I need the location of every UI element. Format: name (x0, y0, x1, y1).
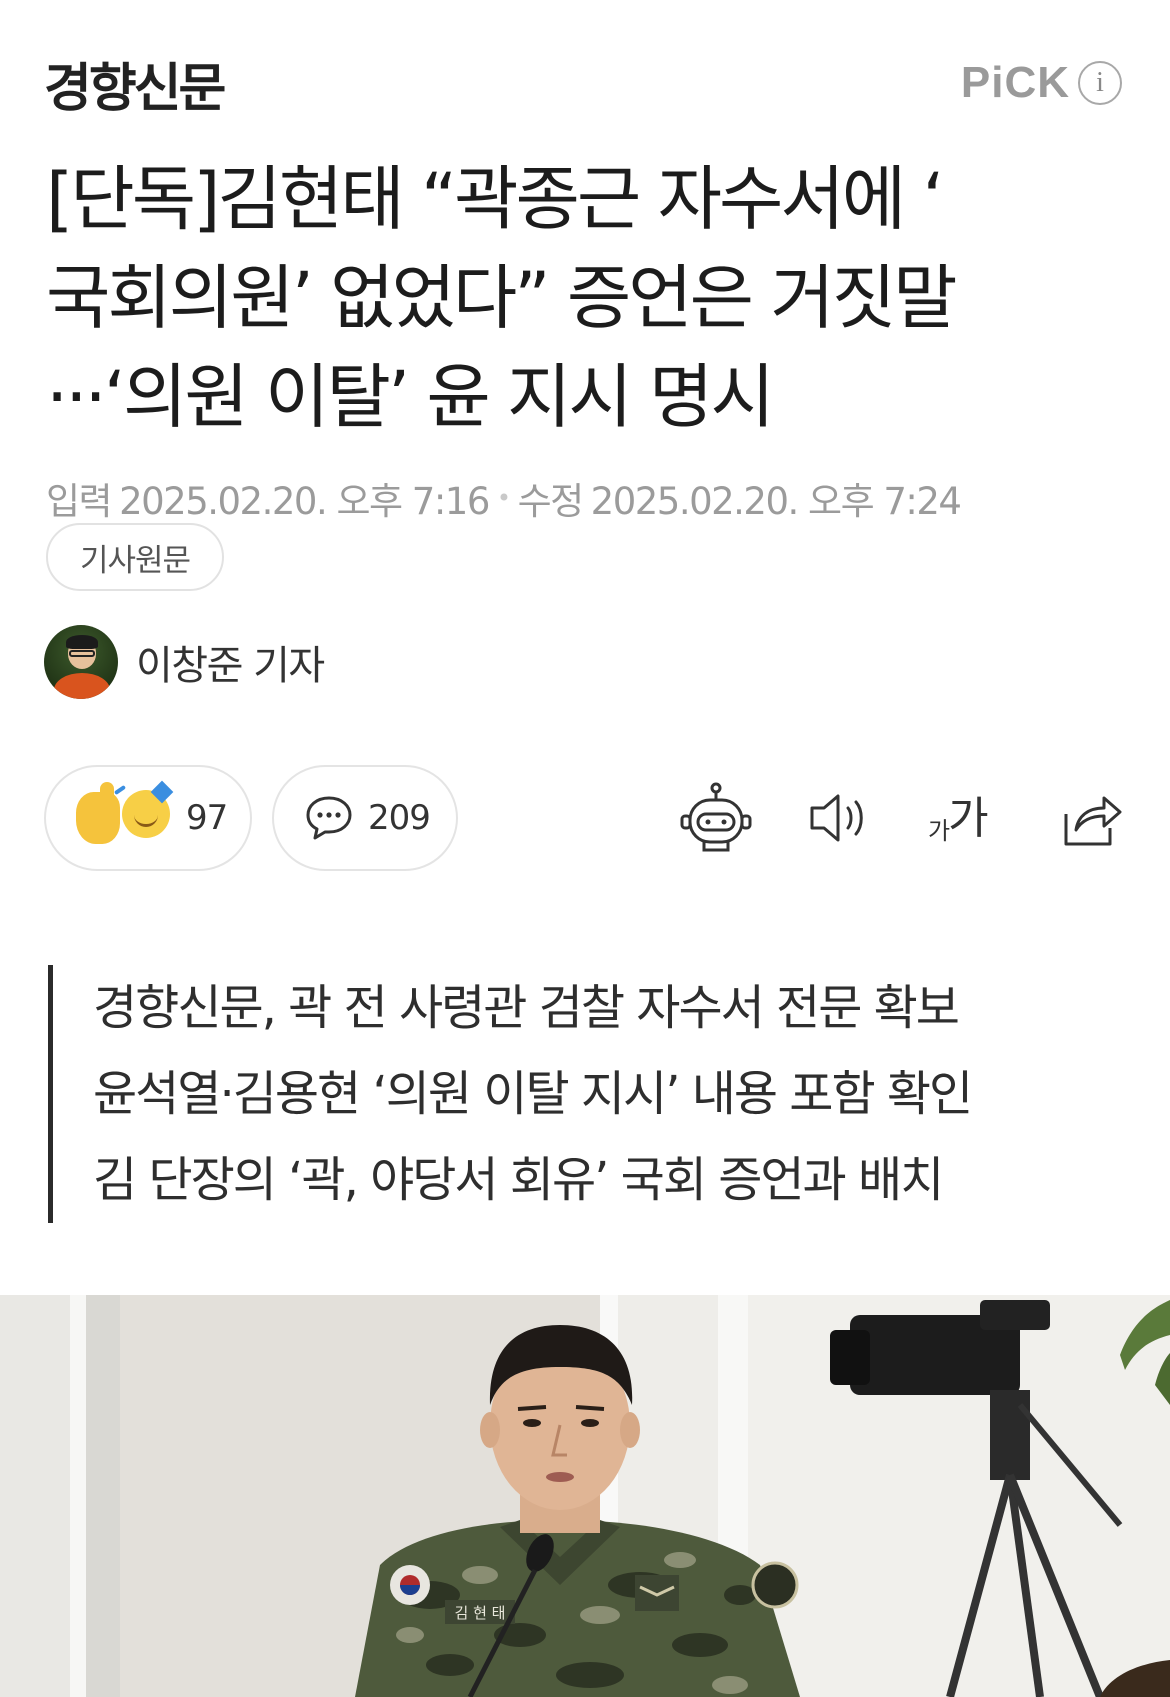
sparkle-icon (113, 784, 127, 796)
brand-logo[interactable]: 경향신문 (44, 46, 226, 121)
font-size-icon[interactable]: 가 가 (928, 780, 1004, 856)
share-icon[interactable] (1052, 780, 1128, 856)
summary-line: 김 단장의 ‘곽, 야당서 회유’ 국회 증언과 배치 (93, 1152, 944, 1208)
nametag: 김 현 태 (455, 1604, 506, 1622)
author-avatar[interactable] (44, 625, 118, 699)
summary-line: 윤석열·김용현 ‘의원 이탈 지시’ 내용 포함 확인 (93, 1066, 973, 1122)
comment-icon (306, 796, 352, 840)
separator-dot: • (496, 484, 511, 512)
avatar-shirt (54, 673, 110, 699)
avatar-glasses (69, 650, 95, 657)
author-name[interactable]: 이창준 기자 (136, 633, 325, 691)
robot-summary-icon[interactable] (678, 780, 754, 856)
pick-label: PiCK (960, 58, 1070, 107)
article-title: [단독]김현태 “곽종근 자수서에 ‘ 국회의원’ 없었다” 증언은 거짓말 ·… (46, 158, 957, 438)
article-summary: 경향신문, 곽 전 사령관 검찰 자수서 전문 확보 윤석열·김용현 ‘의원 이… (48, 965, 1128, 1223)
author-row[interactable]: 이창준 기자 (44, 625, 325, 699)
pick-badge[interactable]: PiCK i (961, 58, 1122, 108)
thumbs-up-icon (76, 782, 120, 844)
info-icon[interactable]: i (1078, 61, 1122, 105)
article-dates: 입력 2025.02.20. 오후 7:16 • 수정 2025.02.20. … (46, 471, 962, 525)
edit-label: 수정 (517, 480, 585, 523)
comment-count: 209 (368, 798, 431, 838)
edit-time: 2025.02.20. 오후 7:24 (590, 480, 962, 523)
comment-button[interactable]: 209 (272, 765, 458, 871)
reaction-emoji-icon (76, 780, 174, 848)
reaction-count: 97 (186, 798, 228, 838)
input-time: 2025.02.20. 오후 7:16 (119, 480, 490, 523)
article-photo[interactable]: 김 현 태 (0, 1295, 1170, 1697)
article-page: 경향신문 PiCK i [단독]김현태 “곽종근 자수서에 ‘ 국회의원’ 없었… (0, 0, 1170, 1697)
photo-illustration: 김 현 태 (0, 1295, 1170, 1697)
original-article-button[interactable]: 기사원문 (46, 523, 224, 591)
summary-line: 경향신문, 곽 전 사령관 검찰 자수서 전문 확보 (93, 980, 960, 1036)
font-small-glyph: 가 (928, 817, 950, 845)
input-label: 입력 (46, 480, 113, 523)
font-large-glyph: 가 (948, 793, 989, 844)
speaker-icon[interactable] (804, 780, 880, 856)
avatar-hair (66, 635, 98, 649)
header: 경향신문 PiCK i (0, 0, 1170, 140)
reaction-button[interactable]: 97 (44, 765, 252, 871)
